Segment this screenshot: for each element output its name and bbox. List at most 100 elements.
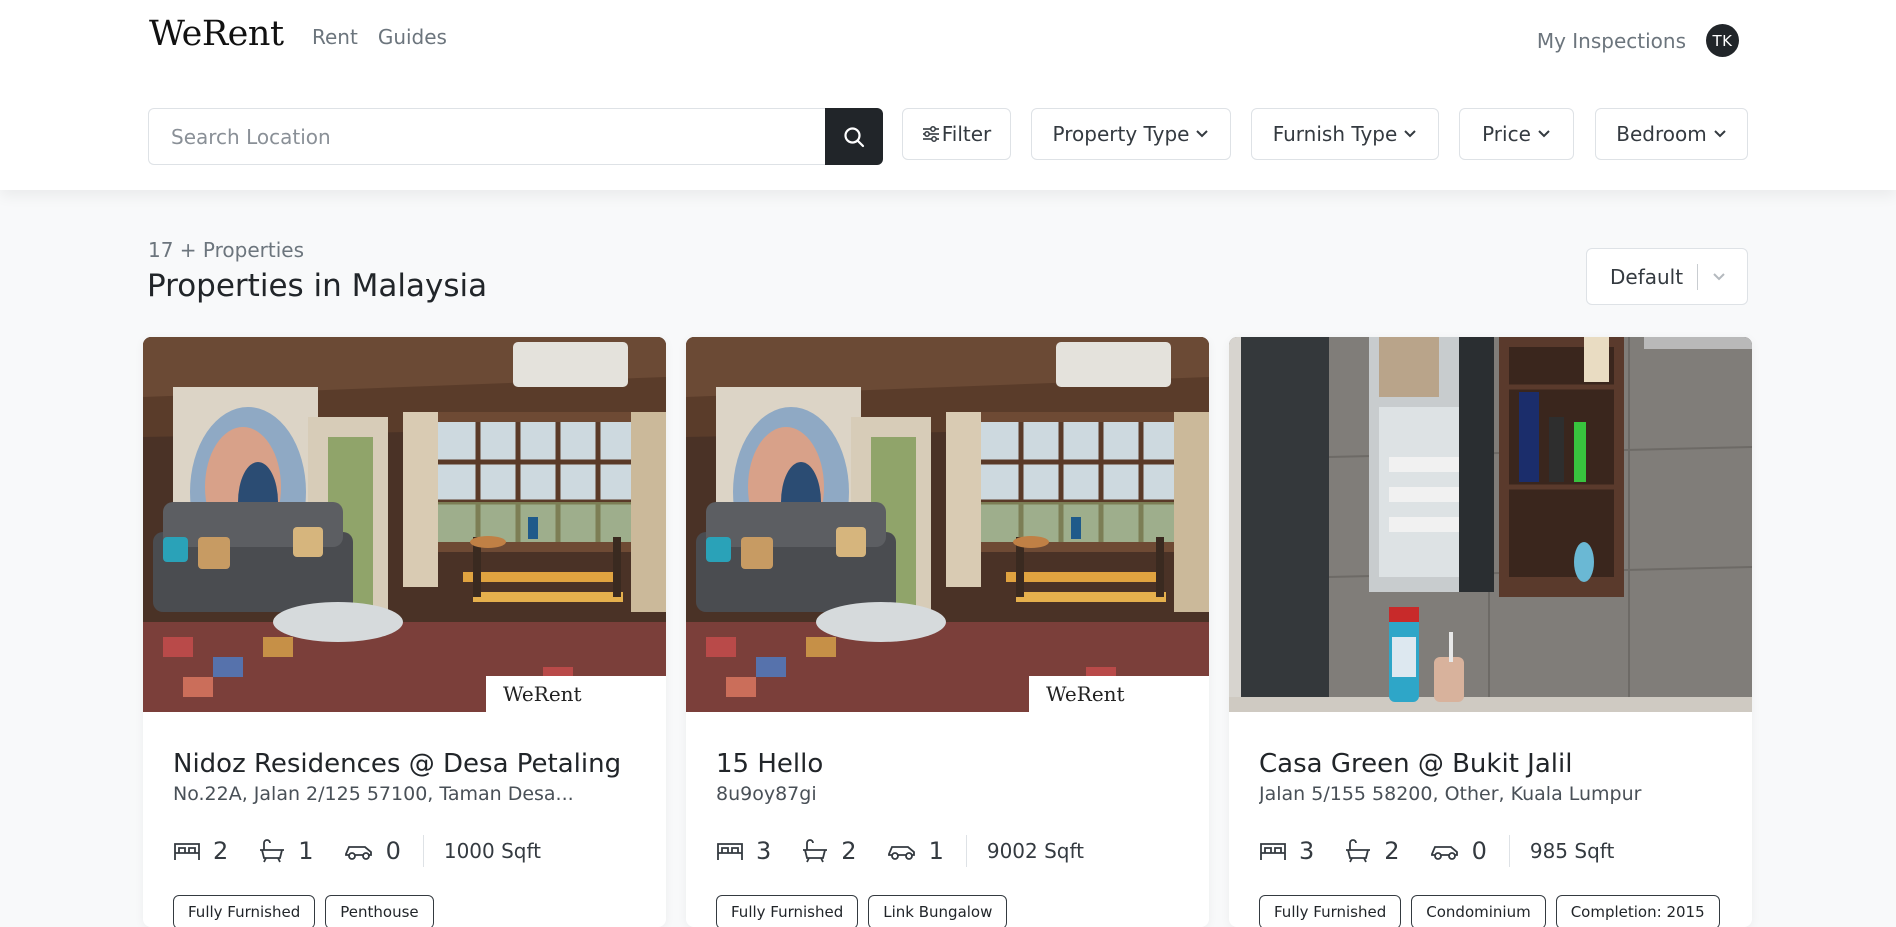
chevron-down-icon bbox=[1537, 129, 1551, 139]
bathtub-icon bbox=[260, 839, 285, 863]
car-icon bbox=[887, 846, 915, 860]
bathrooms-spec: 1 bbox=[258, 837, 314, 865]
property-card[interactable]: WeRent Nidoz Residences @ Desa Petaling … bbox=[143, 337, 666, 927]
search-location-input[interactable] bbox=[148, 108, 825, 165]
card-address: No.22A, Jalan 2/125 57100, Taman Desa... bbox=[173, 783, 574, 805]
card-specs: 2 1 0 1000 Sqft bbox=[173, 835, 642, 867]
search-button[interactable] bbox=[825, 108, 883, 165]
card-tags: Fully Furnished Condominium Completion: … bbox=[1259, 895, 1728, 927]
property-image[interactable]: WeRent bbox=[143, 337, 666, 712]
card-body: Casa Green @ Bukit Jalil Jalan 5/155 582… bbox=[1259, 749, 1728, 927]
filter-button[interactable]: Filter bbox=[902, 108, 1011, 160]
bedroom-dropdown[interactable]: Bedroom bbox=[1595, 108, 1748, 160]
car-icon bbox=[1430, 846, 1458, 860]
werent-watermark: WeRent bbox=[1029, 676, 1209, 712]
bedrooms-value: 2 bbox=[213, 837, 229, 865]
property-card[interactable]: WeRent 15 Hello 8u9oy87gi 3 2 1 9002 Sqf… bbox=[686, 337, 1209, 927]
bedrooms-value: 3 bbox=[756, 837, 772, 865]
spec-divider bbox=[1508, 835, 1510, 867]
parking-value: 0 bbox=[1471, 837, 1487, 865]
card-address: 8u9oy87gi bbox=[716, 783, 817, 805]
parking-value: 1 bbox=[928, 837, 944, 865]
tag-property-type: Link Bungalow bbox=[868, 895, 1008, 927]
bed-icon bbox=[174, 843, 200, 860]
card-title[interactable]: Casa Green @ Bukit Jalil bbox=[1259, 749, 1728, 779]
property-count: 17 + Properties bbox=[148, 238, 304, 262]
spec-divider bbox=[965, 835, 967, 867]
card-title[interactable]: Nidoz Residences @ Desa Petaling bbox=[173, 749, 642, 779]
search-group bbox=[148, 108, 883, 165]
tag-furnishing: Fully Furnished bbox=[1259, 895, 1402, 927]
bedrooms-spec: 3 bbox=[1259, 837, 1314, 865]
parking-spec: 0 bbox=[344, 837, 401, 865]
parking-value: 0 bbox=[385, 837, 401, 865]
chevron-down-icon bbox=[1195, 129, 1209, 139]
card-title[interactable]: 15 Hello bbox=[716, 749, 1185, 779]
card-address: Jalan 5/155 58200, Other, Kuala Lumpur bbox=[1259, 783, 1642, 805]
card-specs: 3 2 1 9002 Sqft bbox=[716, 835, 1185, 867]
filter-label: Filter bbox=[941, 122, 992, 146]
spec-divider bbox=[422, 835, 424, 867]
tag-completion: Completion: 2015 bbox=[1555, 895, 1720, 927]
property-image[interactable] bbox=[1229, 337, 1752, 712]
car-icon bbox=[344, 846, 372, 860]
price-label: Price bbox=[1482, 122, 1531, 146]
select-separator bbox=[1697, 263, 1699, 290]
search-filter-bar: Filter Property Type Furnish Type Price … bbox=[148, 108, 1748, 165]
furnish-type-dropdown[interactable]: Furnish Type bbox=[1251, 108, 1439, 160]
bathrooms-value: 2 bbox=[841, 837, 857, 865]
tag-furnishing: Fully Furnished bbox=[716, 895, 859, 927]
card-tags: Fully Furnished Link Bungalow bbox=[716, 895, 1185, 927]
living-room-photo bbox=[686, 337, 1209, 712]
main-nav: Rent Guides bbox=[312, 25, 447, 49]
bedroom-label: Bedroom bbox=[1616, 122, 1707, 146]
card-body: 15 Hello 8u9oy87gi 3 2 1 9002 Sqft Fully… bbox=[716, 749, 1185, 927]
bed-icon bbox=[717, 843, 743, 860]
page-title: Properties in Malaysia bbox=[147, 268, 488, 304]
werent-logo[interactable]: WeRent bbox=[149, 14, 284, 54]
bathrooms-spec: 2 bbox=[801, 837, 857, 865]
top-header: WeRent Rent Guides My Inspections TK Sea… bbox=[0, 0, 1896, 190]
search-icon bbox=[844, 126, 865, 147]
bedrooms-spec: 3 bbox=[716, 837, 771, 865]
bathrooms-spec: 2 bbox=[1344, 837, 1400, 865]
bathtub-icon bbox=[803, 839, 828, 863]
nav-link-rent[interactable]: Rent bbox=[312, 25, 358, 49]
card-specs: 3 2 0 985 Sqft bbox=[1259, 835, 1728, 867]
tag-property-type: Penthouse bbox=[325, 895, 434, 927]
bedrooms-value: 3 bbox=[1299, 837, 1315, 865]
chevron-down-icon bbox=[1713, 129, 1727, 139]
nav-link-guides[interactable]: Guides bbox=[378, 25, 447, 49]
property-type-label: Property Type bbox=[1052, 122, 1190, 146]
price-dropdown[interactable]: Price bbox=[1459, 108, 1574, 160]
property-image[interactable]: WeRent bbox=[686, 337, 1209, 712]
card-body: Nidoz Residences @ Desa Petaling No.22A,… bbox=[173, 749, 642, 927]
parking-spec: 0 bbox=[1430, 837, 1487, 865]
bathtub-icon bbox=[1346, 839, 1371, 863]
chevron-down-icon bbox=[1713, 272, 1725, 280]
user-avatar[interactable]: TK bbox=[1706, 24, 1739, 57]
bathroom-photo bbox=[1229, 337, 1752, 712]
size-value: 9002 Sqft bbox=[986, 839, 1085, 863]
living-room-photo bbox=[143, 337, 666, 712]
sort-select[interactable]: Default bbox=[1586, 248, 1748, 305]
property-type-dropdown[interactable]: Property Type bbox=[1031, 108, 1231, 160]
my-inspections-link[interactable]: My Inspections bbox=[1537, 29, 1686, 53]
user-nav: My Inspections TK bbox=[1537, 24, 1739, 57]
chevron-down-icon bbox=[1403, 129, 1417, 139]
tag-furnishing: Fully Furnished bbox=[173, 895, 316, 927]
parking-spec: 1 bbox=[887, 837, 944, 865]
card-tags: Fully Furnished Penthouse bbox=[173, 895, 642, 927]
bedrooms-spec: 2 bbox=[173, 837, 228, 865]
furnish-type-label: Furnish Type bbox=[1272, 122, 1398, 146]
property-card[interactable]: Casa Green @ Bukit Jalil Jalan 5/155 582… bbox=[1229, 337, 1752, 927]
size-value: 1000 Sqft bbox=[443, 839, 542, 863]
sliders-icon bbox=[922, 126, 939, 142]
bathrooms-value: 1 bbox=[298, 837, 314, 865]
bed-icon bbox=[1260, 843, 1286, 860]
tag-property-type: Condominium bbox=[1411, 895, 1546, 927]
sort-value: Default bbox=[1610, 264, 1684, 289]
bathrooms-value: 2 bbox=[1384, 837, 1400, 865]
size-value: 985 Sqft bbox=[1529, 839, 1615, 863]
werent-watermark: WeRent bbox=[486, 676, 666, 712]
